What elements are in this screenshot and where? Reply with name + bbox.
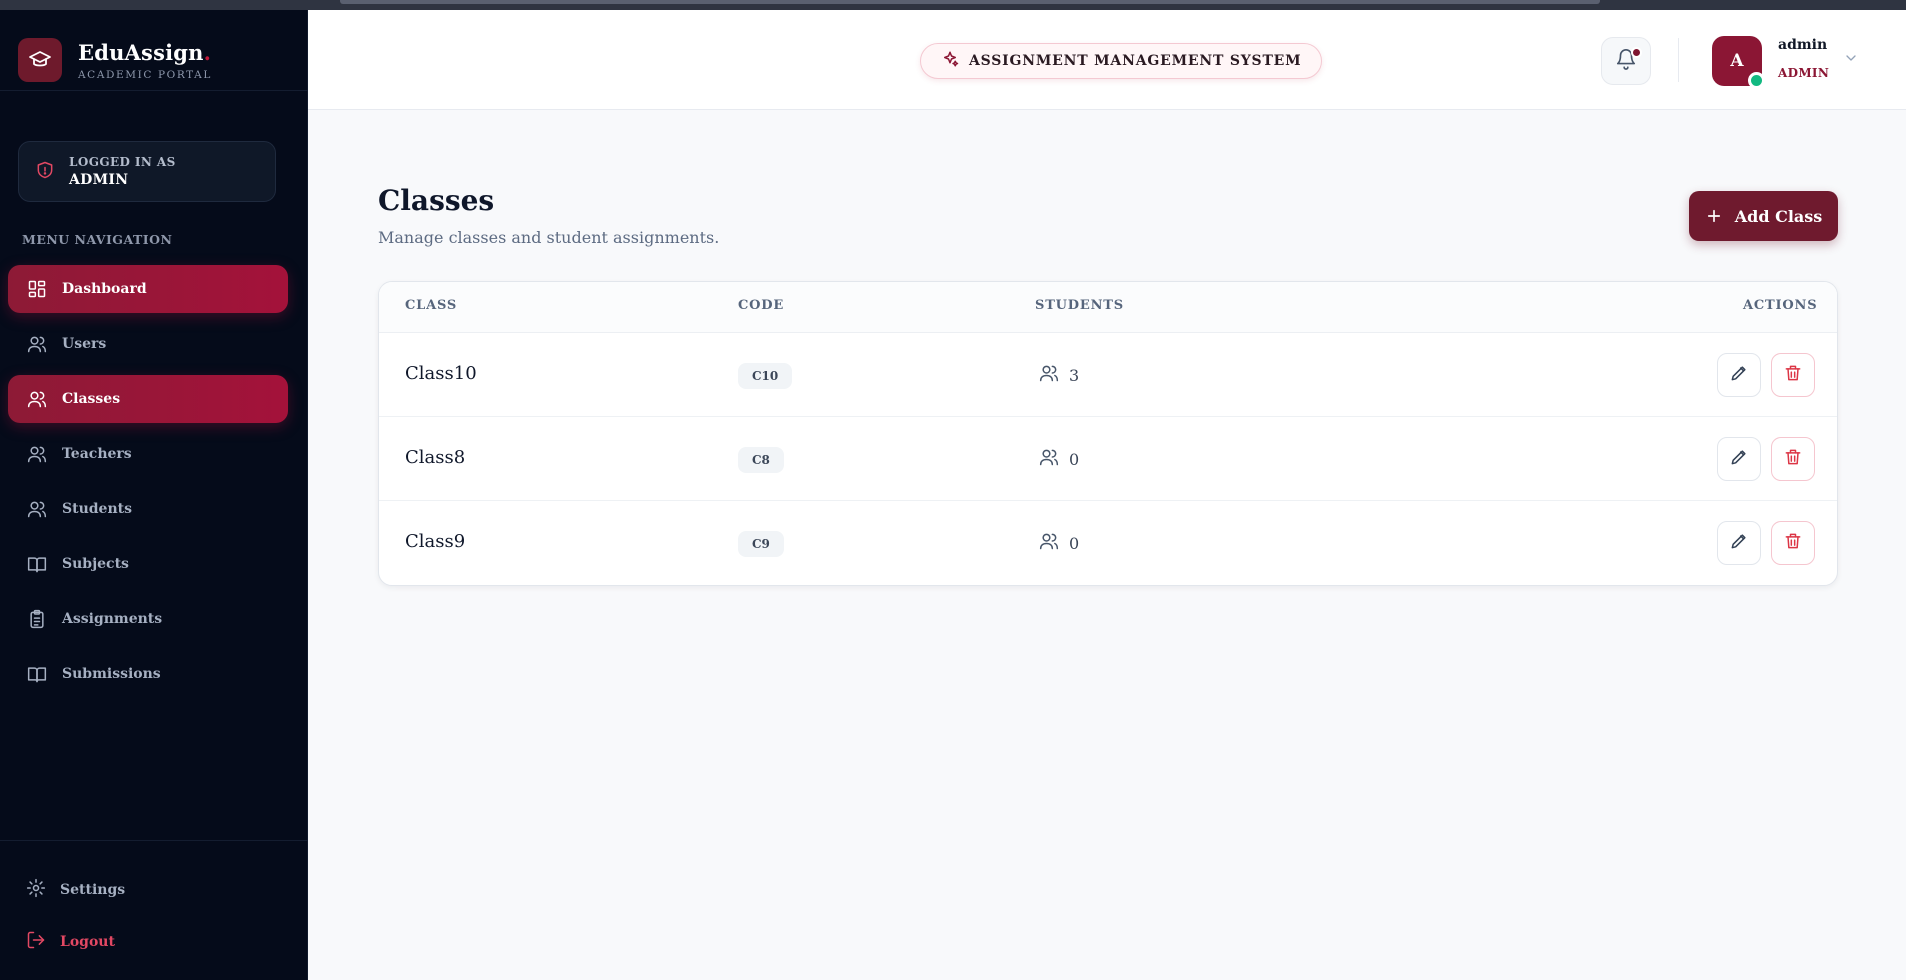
- online-status-dot: [1748, 72, 1765, 89]
- sidebar-item-settings[interactable]: Settings: [8, 868, 288, 912]
- browser-top-strip: [0, 0, 1906, 10]
- student-count: 0: [1039, 447, 1079, 471]
- classes-table: CLASS CODE STUDENTS ACTIONS Class10 C10 …: [378, 281, 1838, 586]
- sidebar-item-label: Logout: [60, 934, 115, 950]
- users-icon: [26, 443, 48, 465]
- users-icon: [26, 333, 48, 355]
- avatar-initial: A: [1730, 51, 1744, 71]
- brand-name: EduAssign.: [78, 39, 212, 65]
- sidebar-divider: [0, 90, 308, 91]
- logged-in-card: LOGGED IN AS ADMIN: [18, 141, 276, 202]
- avatar[interactable]: A: [1712, 36, 1765, 89]
- sidebar-item-submissions[interactable]: Submissions: [8, 650, 288, 698]
- student-count-value: 3: [1069, 365, 1080, 385]
- delete-button[interactable]: [1771, 353, 1815, 397]
- student-count-value: 0: [1069, 533, 1080, 553]
- logged-in-role: ADMIN: [69, 172, 129, 188]
- edit-button[interactable]: [1717, 521, 1761, 565]
- sidebar-item-logout[interactable]: Logout: [8, 920, 288, 964]
- sparkle-icon: [941, 50, 959, 72]
- column-header-students: STUDENTS: [1035, 298, 1124, 313]
- class-code-badge: C8: [738, 447, 784, 473]
- graduation-cap-icon: [18, 38, 62, 82]
- logged-in-label: LOGGED IN AS: [69, 155, 176, 169]
- column-header-actions: ACTIONS: [1743, 298, 1818, 313]
- system-title-pill: ASSIGNMENT MANAGEMENT SYSTEM: [920, 43, 1323, 79]
- sidebar-item-label: Dashboard: [62, 281, 147, 297]
- class-name: Class10: [405, 363, 477, 384]
- sidebar-item-students[interactable]: Students: [8, 485, 288, 533]
- add-class-label: Add Class: [1734, 206, 1823, 226]
- logout-icon: [26, 930, 46, 954]
- user-role: ADMIN: [1778, 66, 1830, 80]
- table-row: Class8 C8 0: [379, 417, 1837, 501]
- book-icon: [26, 663, 48, 685]
- users-icon: [1039, 447, 1059, 471]
- class-name: Class8: [405, 447, 466, 468]
- sidebar-item-users[interactable]: Users: [8, 320, 288, 368]
- sidebar-item-teachers[interactable]: Teachers: [8, 430, 288, 478]
- delete-button[interactable]: [1771, 437, 1815, 481]
- edit-button[interactable]: [1717, 353, 1761, 397]
- sidebar-item-label: Classes: [62, 391, 121, 407]
- sidebar-item-label: Submissions: [62, 666, 161, 682]
- sidebar-item-classes[interactable]: Classes: [8, 375, 288, 423]
- column-header-class: CLASS: [405, 298, 458, 313]
- book-icon: [26, 553, 48, 575]
- student-count-value: 0: [1069, 449, 1080, 469]
- system-title: ASSIGNMENT MANAGEMENT SYSTEM: [969, 53, 1302, 69]
- user-name: admin: [1778, 37, 1828, 53]
- pencil-icon: [1729, 447, 1749, 471]
- header-divider: [1678, 38, 1679, 82]
- users-icon: [1039, 531, 1059, 555]
- brand[interactable]: EduAssign. ACADEMIC PORTAL: [18, 38, 212, 82]
- sidebar-nav: Dashboard Users Classes Teachers Student…: [8, 265, 288, 705]
- class-name: Class9: [405, 531, 466, 552]
- clipboard-icon: [26, 608, 48, 630]
- users-icon: [26, 498, 48, 520]
- table-row: Class10 C10 3: [379, 333, 1837, 417]
- class-code-badge: C9: [738, 531, 784, 557]
- sidebar-item-label: Students: [62, 501, 132, 517]
- users-icon: [26, 388, 48, 410]
- trash-icon: [1783, 531, 1803, 555]
- sidebar-item-label: Users: [62, 336, 107, 352]
- notifications-button[interactable]: [1601, 37, 1651, 85]
- student-count: 3: [1039, 363, 1079, 387]
- sidebar-divider: [0, 840, 308, 841]
- page-title: Classes: [378, 184, 495, 217]
- sidebar-item-label: Assignments: [62, 611, 163, 627]
- plus-icon: [1705, 207, 1723, 225]
- table-row: Class9 C9 0: [379, 501, 1837, 585]
- trash-icon: [1783, 447, 1803, 471]
- menu-heading: MENU NAVIGATION: [22, 232, 173, 247]
- sidebar-item-subjects[interactable]: Subjects: [8, 540, 288, 588]
- page-subtitle: Manage classes and student assignments.: [378, 228, 720, 247]
- browser-tab-bar: [340, 0, 1600, 4]
- sidebar-item-dashboard[interactable]: Dashboard: [8, 265, 288, 313]
- pencil-icon: [1729, 363, 1749, 387]
- sidebar-item-assignments[interactable]: Assignments: [8, 595, 288, 643]
- brand-subtitle: ACADEMIC PORTAL: [78, 68, 212, 81]
- shield-icon: [35, 160, 55, 184]
- pencil-icon: [1729, 531, 1749, 555]
- top-header: ASSIGNMENT MANAGEMENT SYSTEM A admin ADM…: [308, 10, 1906, 110]
- sidebar-item-label: Settings: [60, 882, 126, 898]
- table-header: CLASS CODE STUDENTS ACTIONS: [379, 282, 1837, 333]
- add-class-button[interactable]: Add Class: [1689, 191, 1838, 241]
- sidebar-item-label: Teachers: [62, 446, 132, 462]
- users-icon: [1039, 363, 1059, 387]
- gear-icon: [26, 878, 46, 902]
- trash-icon: [1783, 363, 1803, 387]
- sidebar-item-label: Subjects: [62, 556, 129, 572]
- delete-button[interactable]: [1771, 521, 1815, 565]
- class-code-badge: C10: [738, 363, 793, 389]
- student-count: 0: [1039, 531, 1079, 555]
- chevron-down-icon[interactable]: [1843, 50, 1859, 70]
- notification-dot: [1631, 47, 1642, 58]
- edit-button[interactable]: [1717, 437, 1761, 481]
- dashboard-icon: [26, 278, 48, 300]
- sidebar: EduAssign. ACADEMIC PORTAL LOGGED IN AS …: [0, 10, 308, 980]
- column-header-code: CODE: [738, 298, 785, 313]
